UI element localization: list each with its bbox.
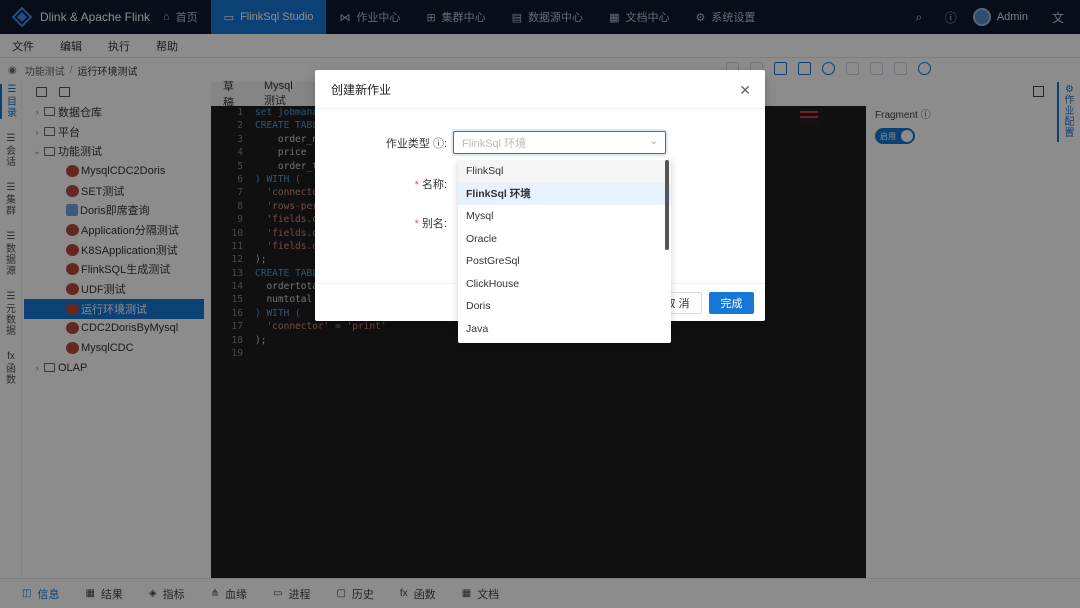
job-type-placeholder: FlinkSql 环境 — [462, 137, 527, 150]
dropdown-option[interactable]: Java — [458, 318, 671, 341]
modal-title: 创建新作业 — [315, 70, 765, 109]
job-type-row: 作业类型 ⓘ: FlinkSql 环境 ⌄ — [315, 131, 666, 154]
dropdown-option[interactable]: FlinkSql 环境 — [458, 182, 671, 205]
alias-label: * 别名: — [414, 218, 447, 230]
job-type-dropdown: FlinkSql FlinkSql 环境 Mysql Oracle PostGreSql… — [458, 158, 671, 343]
alias-row: * 别名: — [315, 215, 453, 231]
dropdown-option[interactable]: Doris — [458, 295, 671, 318]
dropdown-option[interactable]: FlinkSql — [458, 160, 671, 183]
job-type-select[interactable]: FlinkSql 环境 ⌄ — [453, 131, 666, 154]
name-row: * 名称: — [315, 176, 453, 192]
dropdown-scrollbar[interactable] — [665, 160, 669, 250]
close-icon[interactable]: ✕ — [739, 82, 751, 99]
confirm-button[interactable]: 完成 — [709, 292, 754, 314]
dropdown-option[interactable]: PostGreSql — [458, 250, 671, 273]
dropdown-option[interactable]: Oracle — [458, 228, 671, 251]
dropdown-option[interactable]: Mysql — [458, 205, 671, 228]
dropdown-option[interactable]: ClickHouse — [458, 273, 671, 296]
job-type-label: 作业类型 ⓘ: — [385, 137, 447, 150]
dropdown-options: FlinkSql FlinkSql 环境 Mysql Oracle PostGreSql… — [458, 158, 671, 340]
name-label: * 名称: — [414, 179, 447, 191]
chevron-down-icon: ⌄ — [649, 136, 658, 147]
